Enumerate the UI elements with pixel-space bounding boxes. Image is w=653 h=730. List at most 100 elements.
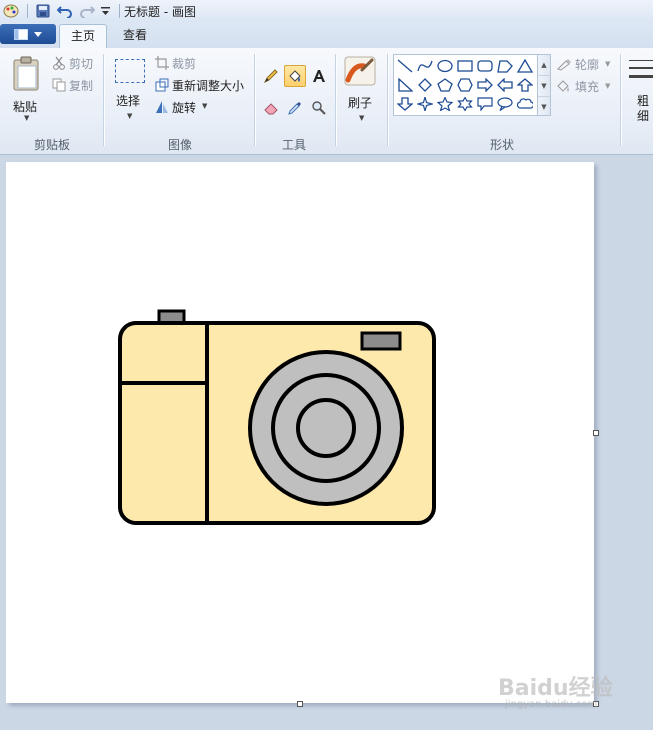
scroll-up-icon[interactable]: ▲ (538, 55, 550, 76)
chevron-down-icon (34, 31, 42, 37)
paste-label: 粘贴 (13, 100, 38, 114)
expand-gallery-icon[interactable]: ▼ (538, 97, 550, 117)
customize-qat-icon[interactable] (99, 3, 111, 19)
line-shape-icon[interactable] (396, 57, 414, 74)
scroll-down-icon[interactable]: ▼ (538, 76, 550, 97)
curve-shape-icon[interactable] (416, 57, 434, 74)
tab-home[interactable]: 主页 (59, 24, 107, 49)
qat-divider (116, 3, 122, 19)
oval-shape-icon[interactable] (436, 57, 454, 74)
five-point-star-shape-icon[interactable] (436, 95, 454, 112)
copy-icon (52, 78, 66, 92)
brushes-label: 刷子 (348, 96, 373, 110)
copy-button[interactable]: 复制 (50, 76, 98, 94)
brush-icon (344, 56, 376, 86)
redo-icon[interactable] (78, 3, 96, 19)
left-arrow-shape-icon[interactable] (496, 76, 514, 93)
eyedropper-icon (288, 102, 301, 115)
color-picker-tool[interactable] (284, 97, 306, 119)
ribbon-tab-bar: 主页 查看 (0, 22, 653, 49)
eraser-icon (264, 103, 278, 115)
hexagon-shape-icon[interactable] (456, 76, 474, 93)
shapes-gallery (393, 54, 538, 116)
tools-group-label: 工具 (281, 138, 306, 152)
selection-rectangle-icon (115, 59, 145, 83)
right-arrow-shape-icon[interactable] (476, 76, 494, 93)
cloud-callout-shape-icon[interactable] (516, 95, 534, 112)
chevron-down-icon: ▼ (24, 114, 30, 122)
fill-bucket-icon (557, 80, 569, 92)
undo-icon[interactable] (56, 3, 74, 19)
up-arrow-shape-icon[interactable] (516, 76, 534, 93)
chevron-down-icon: ▼ (605, 60, 611, 68)
canvas-resize-handle-right[interactable] (593, 430, 599, 436)
size-label: 粗细 (637, 94, 650, 123)
camera-drawing (118, 309, 436, 525)
group-divider (335, 54, 336, 146)
group-divider (103, 54, 104, 146)
line-width-icon (629, 60, 653, 78)
copy-label: 复制 (69, 79, 94, 93)
oval-callout-shape-icon[interactable] (496, 95, 514, 112)
title-bar: 无标题 - 画图 (0, 0, 653, 22)
fill-tool[interactable] (284, 65, 306, 87)
select-button[interactable]: 选择 ▼ (110, 54, 150, 120)
chevron-down-icon: ▼ (202, 102, 208, 110)
diamond-shape-icon[interactable] (416, 76, 434, 93)
paste-button[interactable]: 粘贴 ▼ (8, 54, 46, 122)
down-arrow-shape-icon[interactable] (396, 95, 414, 112)
fill-icon (289, 70, 301, 82)
qat-divider (24, 3, 30, 19)
shapes-scrollbar[interactable]: ▲ ▼ ▼ (537, 54, 551, 116)
save-icon[interactable] (34, 3, 52, 19)
canvas-resize-handle-bottom[interactable] (297, 701, 303, 707)
tab-view[interactable]: 查看 (115, 24, 155, 48)
cut-button[interactable]: 剪切 (50, 54, 98, 72)
paint-app-icon[interactable] (2, 3, 20, 19)
scissors-icon (53, 56, 65, 70)
size-button[interactable]: 粗细 (626, 54, 653, 134)
select-label: 选择 (116, 94, 141, 108)
paint-menu-button[interactable] (0, 24, 56, 44)
rectangle-shape-icon[interactable] (456, 57, 474, 74)
clipboard-group-label: 剪贴板 (33, 138, 70, 152)
cut-label: 剪切 (69, 57, 94, 71)
ribbon: 粘贴 ▼ 剪切 复制 剪贴板 选择 ▼ 裁剪 重新调整大小 旋转 ▼ 图像 工具… (0, 48, 653, 155)
eraser-tool[interactable] (260, 97, 282, 119)
paint-menu-icon (14, 28, 28, 40)
pencil-tool[interactable] (260, 65, 282, 87)
triangle-shape-icon[interactable] (516, 57, 534, 74)
rect-callout-shape-icon[interactable] (476, 95, 494, 112)
chevron-down-icon: ▼ (605, 82, 611, 90)
outline-icon (557, 59, 571, 71)
resize-icon (155, 78, 169, 92)
drawing-canvas[interactable] (6, 162, 594, 703)
window-title: 无标题 - 画图 (124, 5, 196, 19)
outline-button[interactable]: 轮廓 ▼ (556, 56, 616, 74)
chevron-down-icon: ▼ (127, 112, 133, 120)
pencil-icon (263, 69, 278, 84)
text-tool[interactable] (308, 65, 330, 87)
crop-button[interactable]: 裁剪 (154, 54, 204, 72)
six-point-star-shape-icon[interactable] (456, 95, 474, 112)
canvas-workspace (0, 155, 653, 730)
rotate-icon (156, 101, 168, 113)
outline-label: 轮廓 (575, 58, 600, 72)
right-triangle-shape-icon[interactable] (396, 76, 414, 93)
camera-flash (360, 331, 402, 351)
rounded-rectangle-shape-icon[interactable] (476, 57, 494, 74)
pentagon-shape-icon[interactable] (436, 76, 454, 93)
fill-button[interactable]: 填充 ▼ (556, 78, 616, 96)
group-divider (620, 54, 621, 146)
crop-label: 裁剪 (172, 57, 197, 71)
clipboard-icon (13, 56, 39, 91)
chevron-down-icon: ▼ (359, 114, 365, 122)
rotate-button[interactable]: 旋转 ▼ (154, 98, 214, 116)
four-point-star-shape-icon[interactable] (416, 95, 434, 112)
resize-label: 重新调整大小 (172, 79, 245, 93)
watermark-url: jingyan.baidu.com (505, 699, 598, 710)
magnifier-tool[interactable] (308, 97, 330, 119)
polygon-shape-icon[interactable] (496, 57, 514, 74)
resize-button[interactable]: 重新调整大小 (154, 76, 250, 94)
brushes-button[interactable]: 刷子 ▼ (340, 54, 380, 122)
